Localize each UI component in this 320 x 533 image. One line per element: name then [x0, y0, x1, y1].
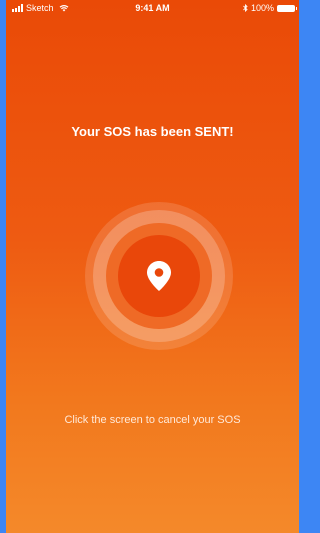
sos-pulse-mid — [106, 223, 212, 329]
sos-location-circle — [118, 235, 200, 317]
cancel-sos-hint: Click the screen to cancel your SOS — [64, 414, 241, 426]
bluetooth-icon — [243, 4, 248, 12]
device-frame: Sketch 9:41 AM 100% Your SOS has been SE… — [0, 0, 299, 533]
status-bar: Sketch 9:41 AM 100% — [6, 0, 299, 18]
status-right: 100% — [243, 3, 297, 13]
sos-pulse-outer — [85, 202, 233, 350]
sos-pulse-ring — [93, 210, 225, 342]
battery-icon — [277, 4, 297, 12]
sos-sent-screen[interactable]: Sketch 9:41 AM 100% Your SOS has been SE… — [6, 0, 299, 533]
sos-sent-title: Your SOS has been SENT! — [71, 124, 234, 139]
battery-percent: 100% — [250, 3, 274, 13]
location-pin-icon — [147, 261, 171, 291]
